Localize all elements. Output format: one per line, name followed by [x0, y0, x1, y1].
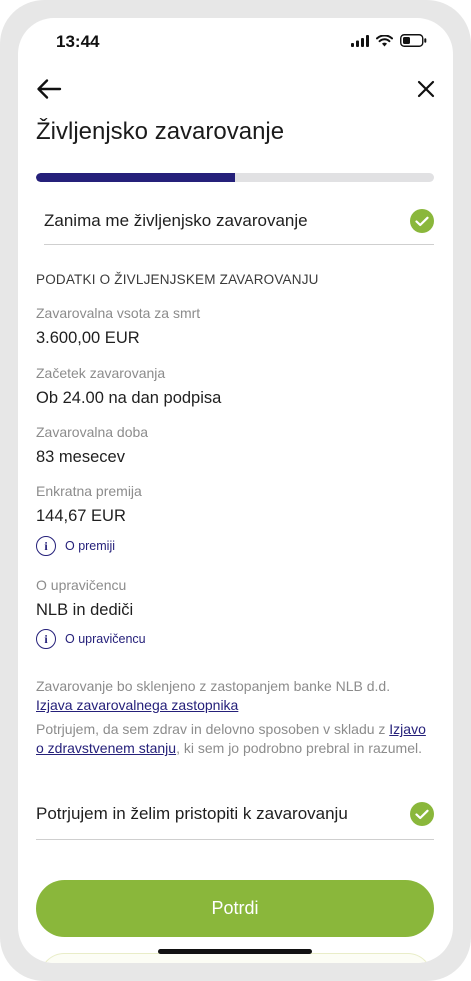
field-label: O upravičencu [36, 577, 127, 593]
premium-info-label: O premiji [65, 539, 116, 553]
premium-info-link[interactable]: i O premiji [36, 536, 115, 556]
field-label: Začetek zavarovanja [36, 365, 166, 381]
wifi-icon [376, 34, 393, 46]
status-icons [351, 34, 427, 47]
field-value: 83 mesecev [36, 448, 125, 466]
interest-row[interactable]: Zanima me življenjsko zavarovanje [44, 198, 434, 245]
device-frame: 13:44 Življenjsko zavarovanje Zanima me … [0, 0, 471, 981]
field-label: Zavarovalna vsota za smrt [36, 305, 201, 321]
section-heading: PODATKI O ŽIVLJENJSKEM ZAVAROVANJU [36, 272, 319, 287]
field-value: NLB in dediči [36, 601, 134, 619]
beneficiary-info-link[interactable]: i O upravičencu [36, 629, 146, 649]
home-indicator[interactable] [158, 949, 312, 954]
disclaimer-text: Zavarovanje bo sklenjeno z zastopanjem b… [36, 678, 391, 694]
screen: 13:44 Življenjsko zavarovanje Zanima me … [18, 18, 453, 963]
field-premium: Enkratna premija 144,67 EUR [36, 483, 142, 526]
confirmation-text-start: Potrjujem, da sem zdrav in delovno sposo… [36, 721, 390, 737]
confirm-label: Potrjujem in želim pristopiti k zavarova… [36, 804, 348, 823]
page-title: Življenjsko zavarovanje [36, 118, 285, 145]
field-sum-insured: Zavarovalna vsota za smrt 3.600,00 EUR [36, 305, 200, 348]
confirm-row[interactable]: Potrjujem in želim pristopiti k zavarova… [36, 789, 434, 840]
agent-statement-link[interactable]: Izjava zavarovalnega zastopnika [36, 697, 238, 713]
beneficiary-info-label: O upravičencu [65, 632, 146, 646]
back-arrow-icon[interactable] [36, 78, 62, 100]
info-icon: i [36, 629, 56, 649]
progress-fill [36, 173, 235, 182]
confirmation-text-end: , ki sem jo podrobno prebral in razumel. [176, 740, 422, 756]
status-bar: 13:44 [18, 18, 453, 66]
status-time: 13:44 [56, 32, 100, 51]
secondary-button[interactable] [40, 953, 432, 963]
info-icon: i [36, 536, 56, 556]
field-label: Zavarovalna doba [36, 424, 149, 440]
field-start-date: Začetek zavarovanja Ob 24.00 na dan podp… [36, 365, 221, 408]
field-beneficiary: O upravičencu NLB in dediči [36, 577, 133, 620]
confirm-checkbox[interactable] [410, 802, 434, 826]
confirm-button[interactable]: Potrdi [36, 880, 434, 937]
signal-icon [351, 34, 369, 47]
checkmark-icon [415, 216, 429, 226]
interest-label: Zanima me življenjsko zavarovanje [44, 211, 308, 230]
field-value: 3.600,00 EUR [36, 329, 140, 347]
field-value: 144,67 EUR [36, 507, 126, 525]
close-icon[interactable] [417, 80, 435, 98]
field-value: Ob 24.00 na dan podpisa [36, 389, 222, 407]
progress-bar [36, 173, 434, 182]
battery-icon [400, 34, 427, 47]
disclaimer: Zavarovanje bo sklenjeno z zastopanjem b… [36, 677, 436, 715]
interest-checkbox[interactable] [410, 209, 434, 233]
checkmark-icon [415, 809, 429, 819]
field-duration: Zavarovalna doba 83 mesecev [36, 424, 148, 467]
field-label: Enkratna premija [36, 483, 142, 499]
health-confirmation: Potrjujem, da sem zdrav in delovno sposo… [36, 720, 436, 758]
